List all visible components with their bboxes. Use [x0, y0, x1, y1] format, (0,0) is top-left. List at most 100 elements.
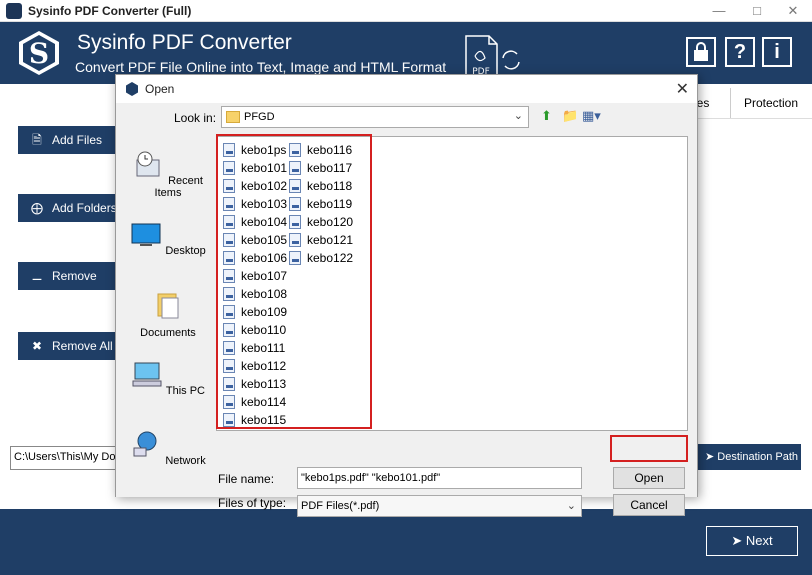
file-name-input[interactable]: "kebo1ps.pdf" "kebo101.pdf": [297, 467, 582, 489]
folder-icon: [226, 111, 240, 123]
grid-divider: [690, 118, 812, 119]
file-name: kebo105: [241, 233, 288, 247]
file-name: kebo117: [307, 161, 353, 175]
file-item[interactable]: kebo120: [289, 213, 353, 231]
file-item[interactable]: kebo109: [223, 303, 287, 321]
file-item[interactable]: kebo1ps: [223, 141, 287, 159]
file-name: kebo113: [241, 377, 287, 391]
open-button[interactable]: Open: [613, 467, 685, 489]
pdf-file-icon: [289, 233, 301, 247]
next-label: Next: [745, 533, 773, 548]
view-menu-icon[interactable]: ▦▾: [582, 108, 601, 124]
file-name: kebo118: [307, 179, 353, 193]
file-item[interactable]: kebo112: [223, 357, 287, 375]
minimize-icon[interactable]: —: [702, 2, 736, 20]
window-title: Sysinfo PDF Converter (Full): [28, 4, 192, 18]
new-folder-icon[interactable]: 📁: [562, 108, 578, 124]
file-name: kebo114: [241, 395, 287, 409]
pdf-file-icon: [223, 359, 235, 373]
destination-path-label: Destination Path: [717, 451, 798, 463]
pdf-file-icon: [223, 269, 235, 283]
places-bar: Recent Items Desktop Documents This PC N…: [123, 135, 213, 495]
place-label: This PC: [165, 385, 205, 397]
file-name: kebo122: [307, 251, 354, 265]
file-name: kebo107: [241, 269, 288, 283]
destination-path-input[interactable]: C:\Users\This\My Doc: [10, 446, 130, 470]
this-pc-icon: [132, 362, 162, 387]
file-item[interactable]: kebo121: [289, 231, 353, 249]
file-name: kebo112: [241, 359, 287, 373]
file-name: kebo120: [307, 215, 354, 229]
file-item[interactable]: kebo105: [223, 231, 287, 249]
file-item[interactable]: kebo122: [289, 249, 353, 267]
pdf-file-icon: [289, 197, 301, 211]
file-item[interactable]: kebo113: [223, 375, 287, 393]
place-recent-items[interactable]: Recent Items: [123, 150, 213, 210]
arrow-right-icon: ➤: [731, 533, 743, 548]
file-name-label: File name:: [218, 472, 275, 486]
file-item[interactable]: kebo101: [223, 159, 287, 177]
pdf-file-icon: [289, 251, 301, 265]
remove-all-button[interactable]: ✖ Remove All: [18, 332, 118, 360]
file-name: kebo1ps: [241, 143, 287, 157]
file-list[interactable]: kebo1ps kebo101 kebo102 kebo103 kebo104 …: [216, 136, 688, 431]
add-folders-button[interactable]: ⨁ Add Folders: [18, 194, 118, 222]
place-label: Documents: [140, 327, 196, 339]
file-name: kebo104: [241, 215, 288, 229]
pdf-file-icon: [289, 143, 301, 157]
remove-all-label: Remove All: [52, 339, 113, 353]
destination-path-button[interactable]: ➤ Destination Path: [697, 444, 801, 470]
file-item[interactable]: kebo103: [223, 195, 287, 213]
info-icon[interactable]: i: [762, 37, 792, 67]
open-dialog: Open ✕ Look in: PFGD ⌄ ⬆ 📁 ▦▾ Recent Ite…: [115, 74, 698, 517]
look-in-value: PFGD: [244, 111, 275, 123]
file-item[interactable]: kebo114: [223, 393, 287, 411]
look-in-select[interactable]: PFGD ⌄: [221, 106, 529, 128]
place-this-pc[interactable]: This PC: [123, 360, 213, 420]
file-item[interactable]: kebo107: [223, 267, 287, 285]
file-item[interactable]: kebo117: [289, 159, 353, 177]
file-item[interactable]: kebo108: [223, 285, 287, 303]
file-item[interactable]: kebo102: [223, 177, 287, 195]
place-label: Network: [165, 455, 206, 467]
help-icon[interactable]: ?: [725, 37, 755, 67]
file-name: kebo121: [307, 233, 354, 247]
pdf-file-icon: [223, 251, 235, 265]
place-label: Desktop: [165, 245, 206, 257]
file-item[interactable]: kebo110: [223, 321, 287, 339]
cancel-button[interactable]: Cancel: [613, 494, 685, 516]
add-folder-icon: ⨁: [31, 201, 43, 215]
next-button[interactable]: ➤ Next: [706, 526, 798, 556]
remove-button[interactable]: ⚊ Remove: [18, 262, 118, 290]
dialog-close-icon[interactable]: ✕: [676, 79, 689, 99]
header-subtitle: Convert PDF File Online into Text, Image…: [75, 59, 447, 75]
add-file-icon: 🗎: [32, 133, 42, 147]
maximize-icon[interactable]: □: [740, 2, 774, 20]
place-documents[interactable]: Documents: [123, 290, 213, 350]
file-name: kebo110: [241, 323, 287, 337]
file-item[interactable]: kebo119: [289, 195, 353, 213]
up-folder-icon[interactable]: ⬆: [541, 108, 552, 124]
place-network[interactable]: Network: [123, 430, 213, 490]
file-item[interactable]: kebo111: [223, 339, 287, 357]
file-item[interactable]: kebo115: [223, 411, 287, 429]
file-item[interactable]: kebo116: [289, 141, 353, 159]
pdf-convert-icon: PDF: [465, 35, 520, 77]
file-item[interactable]: kebo106: [223, 249, 287, 267]
file-item[interactable]: kebo118: [289, 177, 353, 195]
file-name: kebo108: [241, 287, 288, 301]
file-type-select[interactable]: PDF Files(*.pdf) ⌄: [297, 495, 582, 517]
column-header-protection: Protection: [744, 96, 799, 110]
file-name: kebo111: [241, 341, 286, 355]
close-icon[interactable]: ✕: [776, 2, 810, 20]
pdf-file-icon: [223, 215, 235, 229]
file-item[interactable]: kebo104: [223, 213, 287, 231]
window-titlebar: Sysinfo PDF Converter (Full) — □ ✕: [0, 0, 812, 22]
look-in-label: Look in:: [174, 111, 217, 125]
add-files-button[interactable]: 🗎 Add Files: [18, 126, 118, 154]
place-desktop[interactable]: Desktop: [123, 220, 213, 280]
pdf-file-icon: [223, 377, 235, 391]
pdf-file-icon: [223, 143, 235, 157]
lock-icon[interactable]: [686, 37, 716, 67]
pdf-file-icon: [223, 413, 235, 427]
